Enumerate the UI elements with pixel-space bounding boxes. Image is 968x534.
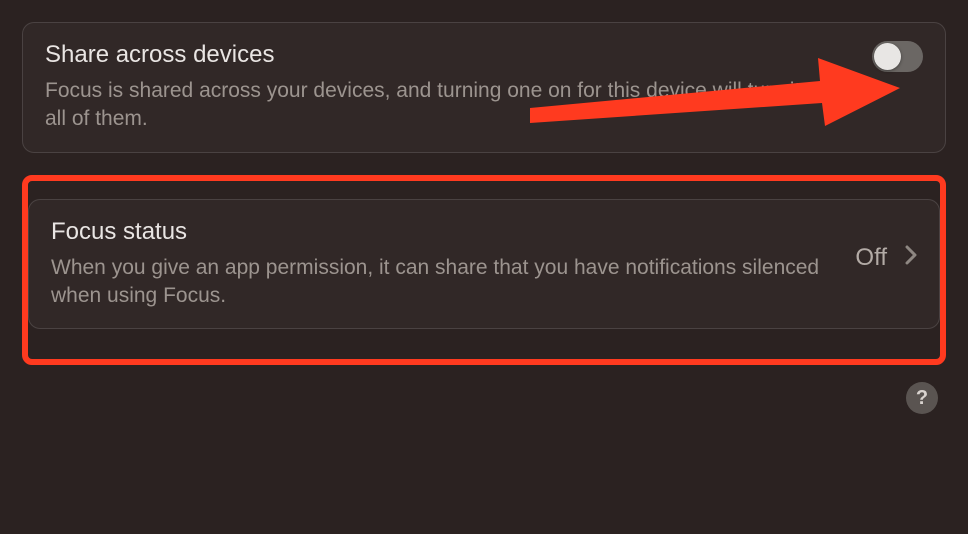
share-title: Share across devices bbox=[45, 41, 923, 69]
share-desc: Focus is shared across your devices, and… bbox=[45, 77, 865, 134]
focus-status-value: Off bbox=[855, 244, 887, 272]
toggle-knob-icon bbox=[874, 43, 901, 70]
share-across-devices-panel: Share across devices Focus is shared acr… bbox=[22, 22, 946, 153]
help-button[interactable]: ? bbox=[906, 382, 938, 414]
help-icon: ? bbox=[916, 387, 928, 410]
focus-status-desc: When you give an app permission, it can … bbox=[51, 254, 855, 311]
annotation-highlight-box: Focus status When you give an app permis… bbox=[22, 175, 946, 366]
focus-status-right: Off bbox=[855, 218, 917, 272]
focus-status-panel[interactable]: Focus status When you give an app permis… bbox=[28, 199, 940, 330]
chevron-right-icon bbox=[905, 244, 917, 272]
share-toggle[interactable] bbox=[872, 41, 923, 72]
focus-status-title: Focus status bbox=[51, 218, 855, 246]
focus-status-left: Focus status When you give an app permis… bbox=[51, 218, 855, 311]
